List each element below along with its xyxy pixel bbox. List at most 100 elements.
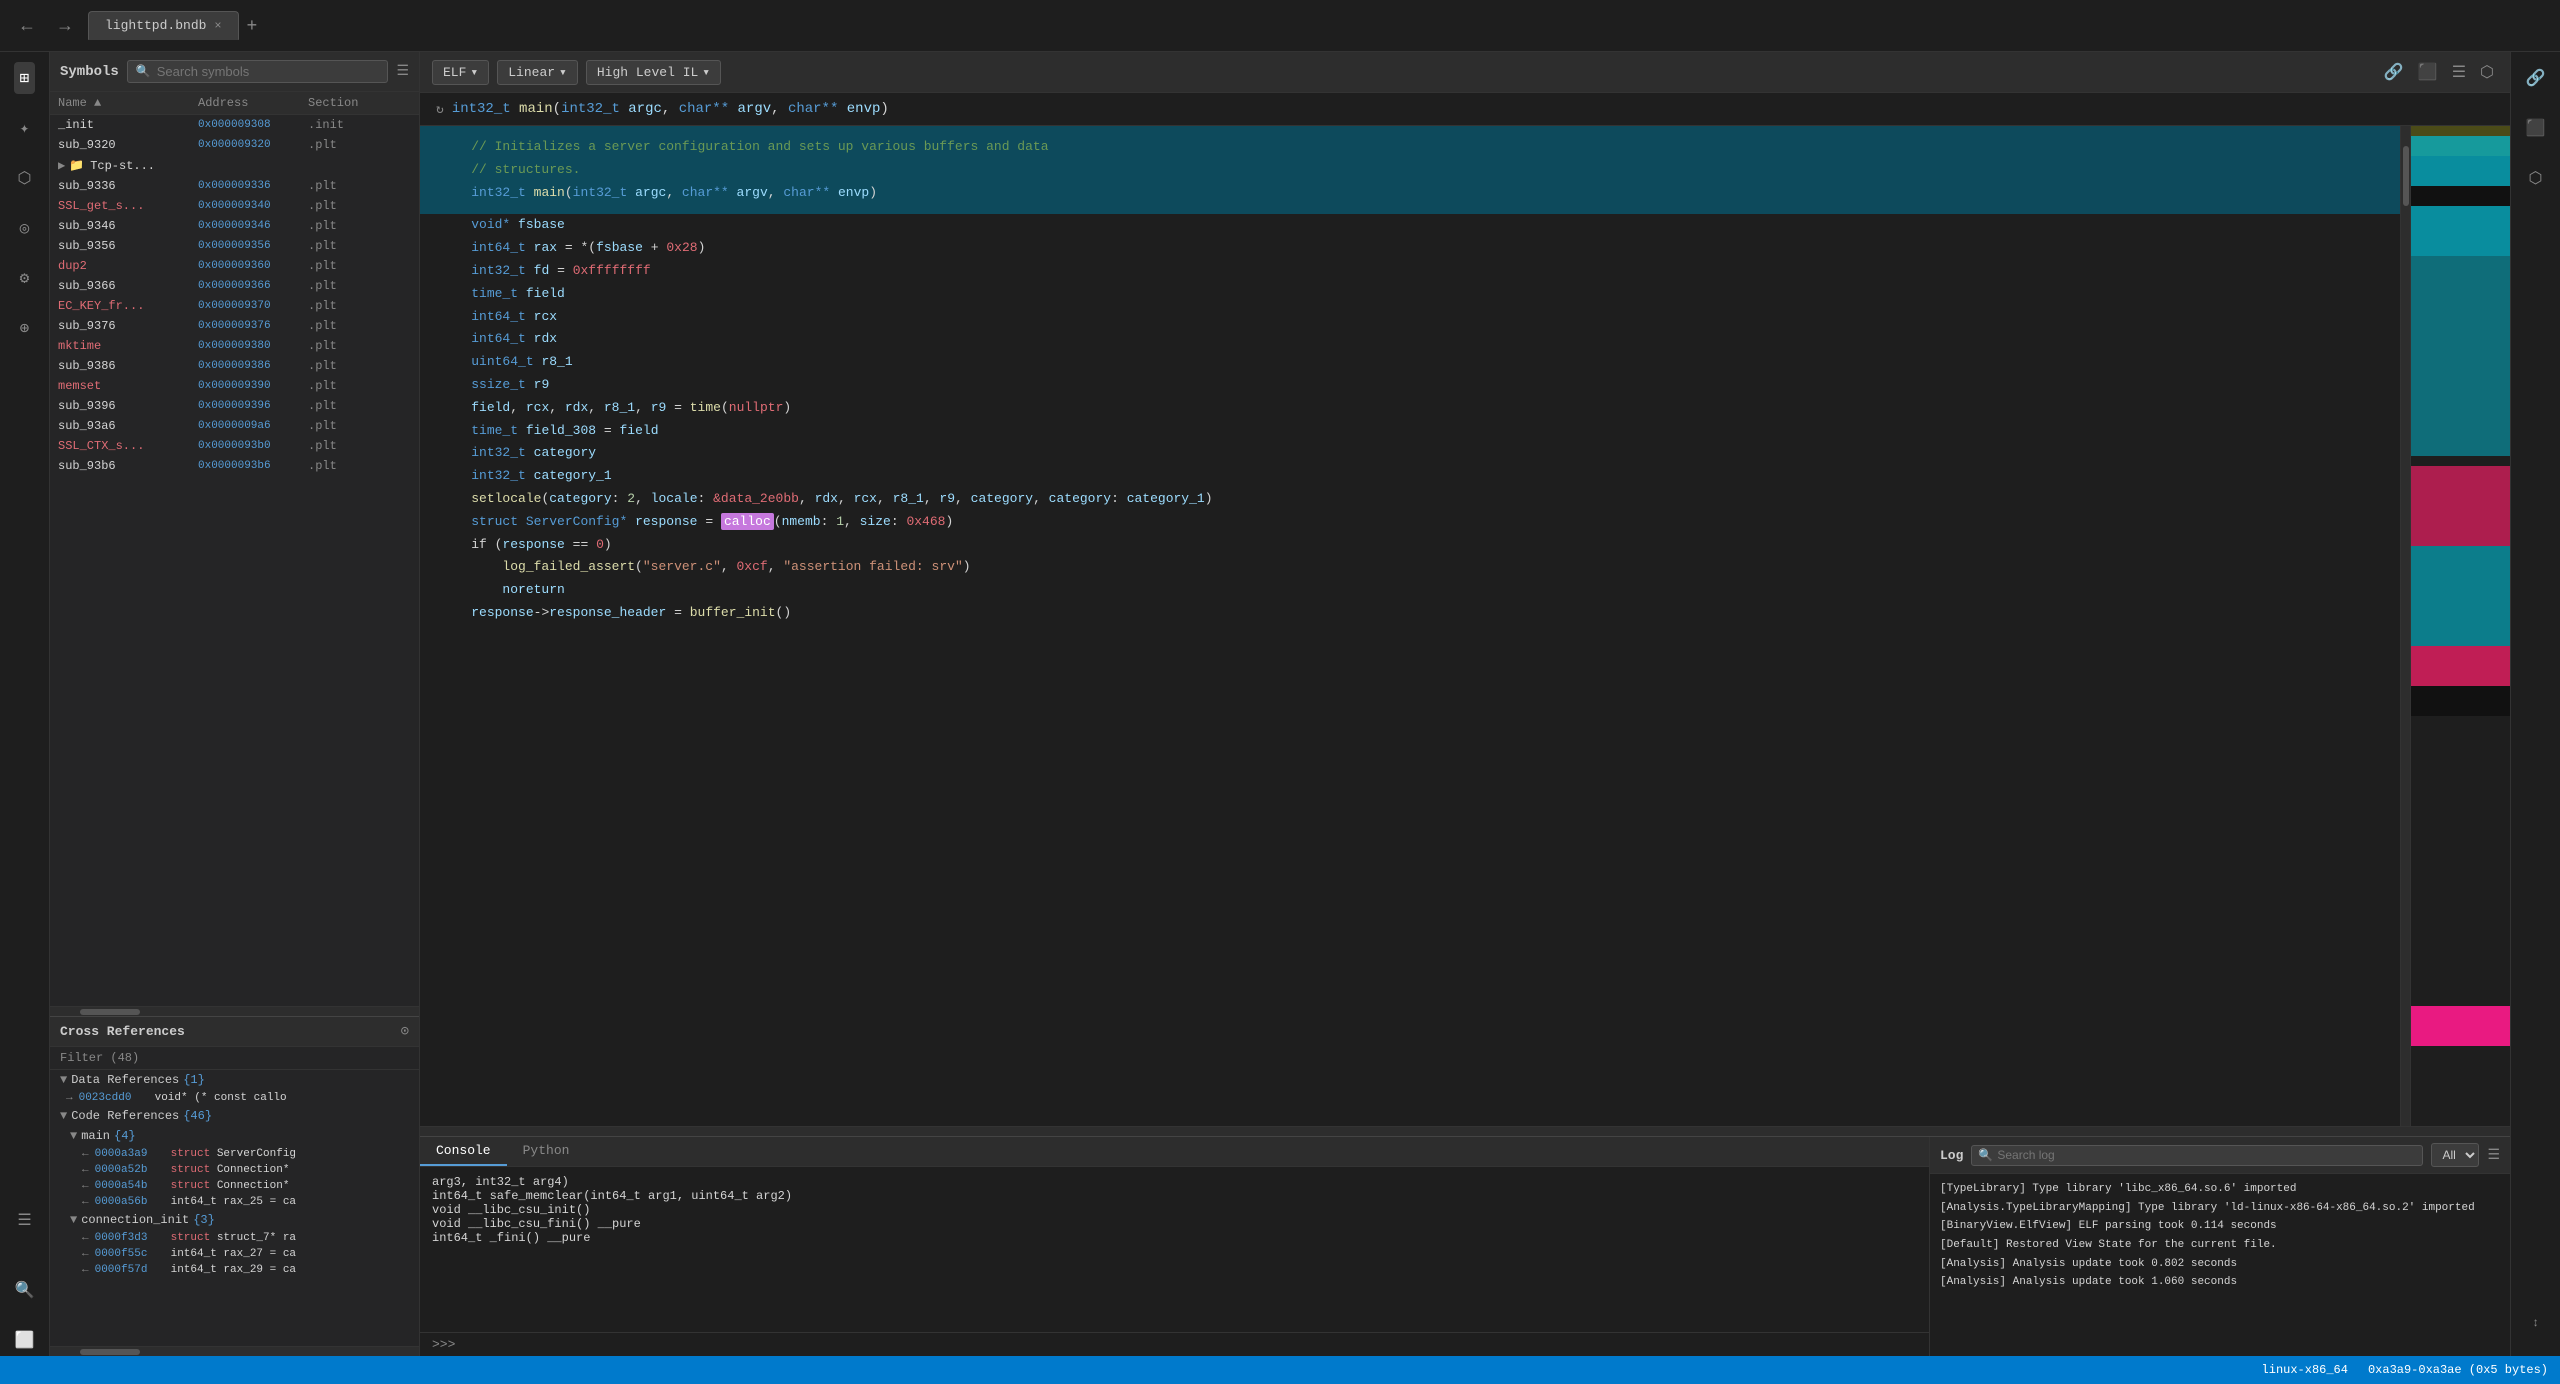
code-line: time_t field [420, 283, 2400, 306]
tab-close-button[interactable]: × [214, 19, 221, 33]
list-item[interactable]: SSL_CTX_s...0x0000093b0.plt [50, 436, 419, 456]
list-item[interactable]: SSL_get_s...0x000009340.plt [50, 196, 419, 216]
list-item[interactable]: ← 0000a52b struct Connection* [50, 1162, 419, 1178]
log-search-icon: 🔍 [1978, 1148, 1993, 1163]
log-menu-icon[interactable]: ☰ [2487, 1147, 2500, 1164]
xrefs-horizontal-scrollbar[interactable] [50, 1346, 419, 1356]
symbols-menu-icon[interactable]: ☰ [396, 63, 409, 80]
toolbar-menu-button[interactable]: ☰ [2448, 58, 2470, 86]
list-item[interactable]: ▶📁Tcp-st... [50, 155, 419, 176]
list-item[interactable]: sub_93200x000009320.plt [50, 135, 419, 155]
elf-label: ELF [443, 65, 466, 80]
sidebar-icon-home[interactable]: ⊞ [14, 62, 36, 94]
hlil-dropdown[interactable]: High Level IL ▾ [586, 60, 721, 85]
refresh-icon[interactable]: ↻ [436, 102, 444, 117]
list-item[interactable]: sub_93860x000009386.plt [50, 356, 419, 376]
back-button[interactable]: ← [12, 11, 42, 40]
left-panel: Symbols 🔍 ☰ Name ▲ Address Section _init… [50, 52, 420, 1356]
list-item[interactable]: sub_93360x000009336.plt [50, 176, 419, 196]
forward-button[interactable]: → [50, 11, 80, 40]
tab-python[interactable]: Python [507, 1137, 586, 1166]
log-content: [TypeLibrary] Type library 'libc_x86_64.… [1930, 1174, 2510, 1356]
list-item[interactable]: ← 0000f3d3 struct struct_7* ra [50, 1230, 419, 1246]
toolbar-right: 🔗 ⬛ ☰ ⬡ [2380, 58, 2498, 86]
log-search-box[interactable]: 🔍 [1971, 1145, 2423, 1166]
xrefs-main-header[interactable]: ▼ main {4} [50, 1126, 419, 1146]
symbols-table-header: Name ▲ Address Section [50, 92, 419, 115]
col-header-name: Name ▲ [58, 96, 198, 110]
hlil-dropdown-arrow: ▾ [702, 65, 710, 80]
search-icon: 🔍 [136, 64, 151, 79]
minimap[interactable] [2410, 126, 2510, 1126]
list-item[interactable]: sub_93660x000009366.plt [50, 276, 419, 296]
symbols-table: Name ▲ Address Section _init0x000009308.… [50, 92, 419, 1006]
list-item[interactable]: EC_KEY_fr...0x000009370.plt [50, 296, 419, 316]
list-item[interactable]: sub_93760x000009376.plt [50, 316, 419, 336]
list-item[interactable]: sub_93560x000009356.plt [50, 236, 419, 256]
pin-icon[interactable]: ⊙ [401, 1023, 409, 1040]
xrefs-data-refs-header[interactable]: ▼ Data References {1} [50, 1070, 419, 1090]
list-item[interactable]: ← 0000f57d int64_t rax_29 = ca [50, 1262, 419, 1278]
new-tab-button[interactable]: + [241, 15, 264, 36]
status-bar: linux-x86_64 0xa3a9-0xa3ae (0x5 bytes) [0, 1356, 2560, 1384]
xrefs-data-refs-badge: {1} [183, 1073, 205, 1087]
active-tab[interactable]: lighttpd.bndb × [88, 11, 239, 40]
status-address-range: 0xa3a9-0xa3ae (0x5 bytes) [2368, 1363, 2548, 1377]
list-item[interactable]: sub_93b60x0000093b6.plt [50, 456, 419, 476]
right-icon-layers[interactable]: ⬡ [2523, 162, 2549, 194]
right-icon-expand[interactable]: ↕ [2526, 1310, 2545, 1336]
right-icon-link[interactable]: 🔗 [2520, 62, 2552, 94]
list-item[interactable]: sub_93960x000009396.plt [50, 396, 419, 416]
tab-console[interactable]: Console [420, 1137, 507, 1166]
sidebar-icon-menu[interactable]: ☰ [11, 1204, 37, 1236]
right-icon-type[interactable]: ⬛ [2520, 112, 2552, 144]
list-item[interactable]: → 0023cdd0 void* (* const callo [50, 1090, 419, 1106]
sidebar-icon-tags[interactable]: ⬡ [12, 162, 38, 194]
type-icon-button[interactable]: ⬛ [2414, 58, 2442, 86]
list-item[interactable]: sub_93a60x0000009a6.plt [50, 416, 419, 436]
log-entry: [BinaryView.ElfView] ELF parsing took 0.… [1940, 1217, 2500, 1236]
list-item[interactable]: mktime0x000009380.plt [50, 336, 419, 356]
list-item[interactable]: ← 0000f55c int64_t rax_27 = ca [50, 1246, 419, 1262]
link-icon-button[interactable]: 🔗 [2380, 58, 2408, 86]
console-input[interactable] [461, 1337, 1917, 1352]
list-item[interactable]: ← 0000a3a9 struct ServerConfig [50, 1146, 419, 1162]
sidebar-icon-symbols[interactable]: ✦ [14, 112, 36, 144]
console-line: void __libc_csu_fini() __pure [432, 1217, 1917, 1231]
xrefs-conninit-header[interactable]: ▼ connection_init {3} [50, 1210, 419, 1230]
sidebar-icon-search[interactable]: 🔍 [9, 1274, 41, 1306]
title-bar: ← → lighttpd.bndb × + [0, 0, 2560, 52]
symbol-search-input[interactable] [157, 64, 380, 79]
list-item[interactable]: sub_93460x000009346.plt [50, 216, 419, 236]
sidebar-icon-debug[interactable]: ⚙ [14, 262, 36, 294]
code-vertical-scrollbar[interactable] [2400, 126, 2410, 1126]
elf-dropdown[interactable]: ELF ▾ [432, 60, 489, 85]
sidebar-icon-analysis[interactable]: ⊕ [14, 312, 36, 344]
xrefs-code-refs-header[interactable]: ▼ Code References {46} [50, 1106, 419, 1126]
symbols-header: Symbols 🔍 ☰ [50, 52, 419, 92]
log-filter-select[interactable]: All [2431, 1143, 2479, 1167]
symbol-search-box[interactable]: 🔍 [127, 60, 389, 83]
sidebar-icon-bottom[interactable]: ⬜ [9, 1324, 41, 1356]
panels-icon-button[interactable]: ⬡ [2476, 58, 2498, 86]
xrefs-filter[interactable]: Filter (48) [50, 1047, 419, 1070]
symbols-horizontal-scrollbar[interactable] [50, 1006, 419, 1016]
code-line: // Initializes a server configuration an… [420, 136, 2400, 159]
list-item[interactable]: _init0x000009308.init [50, 115, 419, 135]
code-line: log_failed_assert("server.c", 0xcf, "ass… [420, 556, 2400, 579]
log-search-input[interactable] [1997, 1148, 2416, 1162]
code-horizontal-scrollbar[interactable] [420, 1126, 2510, 1136]
sidebar-icon-xrefs[interactable]: ◎ [14, 212, 36, 244]
code-area: ↻ int32_t main(int32_t argc, char** argv… [420, 93, 2510, 1136]
function-sig-bar: ↻ int32_t main(int32_t argc, char** argv… [420, 93, 2510, 126]
list-item[interactable]: dup20x000009360.plt [50, 256, 419, 276]
xrefs-conninit-badge: {3} [193, 1213, 215, 1227]
code-line: void* fsbase [420, 214, 2400, 237]
list-item[interactable]: ← 0000a56b int64_t rax_25 = ca [50, 1194, 419, 1210]
linear-dropdown[interactable]: Linear ▾ [497, 60, 578, 85]
list-item[interactable]: ← 0000a54b struct Connection* [50, 1178, 419, 1194]
list-item[interactable]: memset0x000009390.plt [50, 376, 419, 396]
code-scroll[interactable]: // Initializes a server configuration an… [420, 126, 2400, 1126]
console-input-line: >>> [420, 1332, 1929, 1356]
linear-label: Linear [508, 65, 555, 80]
